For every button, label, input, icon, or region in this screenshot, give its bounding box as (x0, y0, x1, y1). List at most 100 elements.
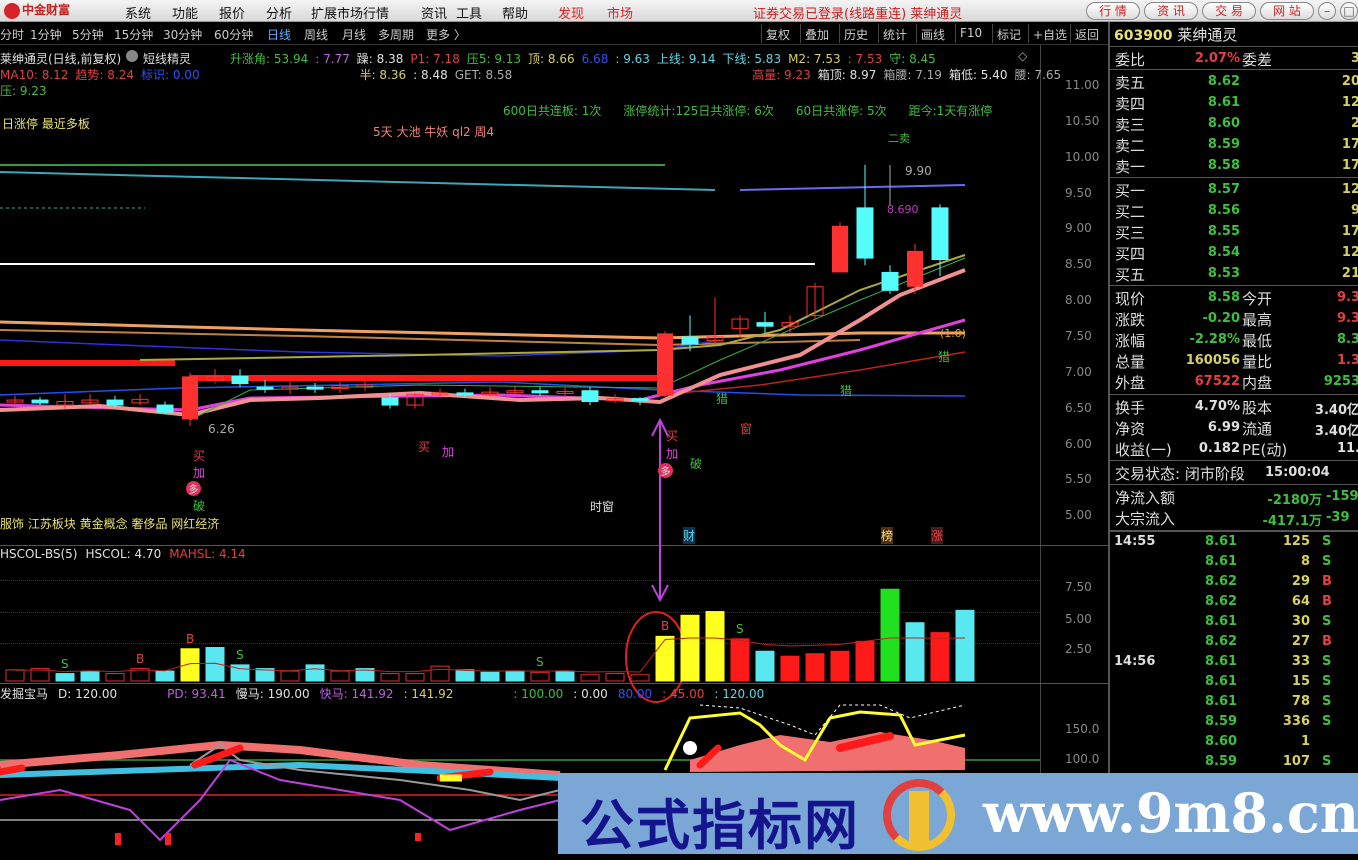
candle (881, 271, 899, 291)
flow-label: 大宗流入 (1115, 510, 1176, 528)
indicator-value: MA10: 8.12 (0, 68, 69, 82)
limit-stat: 600日共连板: 1次 (503, 104, 602, 118)
quote-value: 8.56 (1207, 203, 1240, 218)
tick-side: S (1322, 754, 1332, 769)
indicator-value: : 45.00 (662, 687, 705, 701)
candle (581, 390, 599, 402)
divider (1110, 394, 1358, 395)
quote-value: 17 (1341, 137, 1358, 152)
quote-value: 8.58 (1207, 290, 1240, 305)
indicator-value: : 9.63 (615, 52, 650, 66)
candle (681, 336, 699, 345)
quote-panel: 603900 莱绅通灵 委比 2.07% 委差 3 卖五 8.62 20 卖四 8.61 12 卖三… (1108, 22, 1358, 782)
tick-price: 8.59 (1205, 754, 1238, 769)
quote-label: 净资 (1115, 420, 1146, 438)
divider (1110, 530, 1358, 532)
trap-signal: 猎 (716, 392, 729, 406)
restore-button[interactable]: □ (1340, 2, 1358, 20)
quote-value: 8.62 (1207, 74, 1240, 89)
tick-volume: 30 (1291, 614, 1310, 629)
rise-badge: 涨 (931, 527, 944, 544)
tick-volume: 125 (1282, 534, 1310, 549)
indicator-value: 上线: 9.14 (656, 52, 716, 66)
indicator-value: : 8.48 (413, 68, 448, 82)
indicator-dropdown-icon[interactable] (126, 50, 138, 62)
buy-segment (0, 764, 26, 776)
buy-signal: 买 (193, 449, 206, 463)
flow-value2: -39 (1326, 510, 1350, 525)
tick-volume: 15 (1291, 674, 1310, 689)
indicator-value: 80.00 (617, 687, 653, 701)
mid-price-label: 8.690 (887, 203, 919, 216)
volume-bar (580, 674, 600, 682)
quote-value: 2 (1350, 116, 1358, 131)
candle (631, 398, 649, 402)
candle (456, 392, 474, 396)
quote-value: 8.61 (1207, 95, 1240, 110)
volume-bar (555, 670, 575, 682)
tick-volume: 1 (1300, 734, 1310, 749)
quote-value: 8.57 (1207, 182, 1240, 197)
diamond-icon[interactable]: ◇ (1018, 49, 1027, 63)
quote-value: 3 (1350, 51, 1358, 66)
candle (907, 250, 923, 287)
volume-bar (755, 650, 775, 682)
tick-price: 8.62 (1205, 594, 1238, 609)
slow-horse-line (699, 704, 966, 736)
quote-label: 卖五 (1115, 74, 1146, 92)
volume-bar (280, 670, 300, 682)
quote-value: 17 (1341, 224, 1358, 239)
tick-side: B (1322, 634, 1332, 649)
indicator-area (690, 732, 965, 772)
tags-text: 5天 大池 牛妖 ql2 周4 (373, 125, 495, 139)
quote-label: 涨跌 (1115, 311, 1146, 329)
more-signal: 多 (658, 463, 673, 478)
indicator-value: 箱腰: 7.19 (883, 68, 942, 82)
quote-label: 换手 (1115, 399, 1146, 417)
ma-orange (0, 320, 965, 340)
quote-label: 内盘 (1242, 374, 1273, 392)
candle (306, 386, 324, 390)
minimize-button[interactable]: – (1318, 2, 1336, 20)
candle (531, 390, 549, 394)
time-window-label: 时窗 (590, 500, 615, 514)
quote-value: 9253 (1323, 374, 1358, 389)
indicator-value: P1: 7.18 (410, 52, 460, 66)
quote-label: 卖三 (1115, 116, 1146, 134)
header-button-2[interactable]: 交 易 (1202, 2, 1256, 20)
quote-value: 12 (1341, 245, 1358, 260)
tick-volume: 107 (1282, 754, 1310, 769)
quote-label: 总量 (1115, 353, 1146, 371)
quote-value: 21 (1341, 266, 1358, 281)
high-price-label: 9.90 (905, 164, 932, 178)
header-button-1[interactable]: 资 讯 (1144, 2, 1198, 20)
tick-price: 8.60 (1205, 734, 1238, 749)
divider (1110, 177, 1358, 178)
tick-price: 8.62 (1205, 574, 1238, 589)
quote-value: 8.55 (1207, 224, 1240, 239)
quote-label: 量比 (1242, 353, 1273, 371)
flow-label: 净流入额 (1115, 489, 1176, 507)
trap-signal: 猎 (938, 350, 951, 364)
break-signal: 破 (690, 457, 703, 471)
indicator-name[interactable]: 短线精灵 (143, 50, 191, 67)
indicator-value: MAHSL: 4.14 (169, 547, 246, 561)
indicator-value: 下线: 5.83 (722, 52, 782, 66)
volume-bar (630, 674, 650, 682)
limit-text: 日涨停 最近多板 (2, 117, 90, 131)
quote-label: 买四 (1115, 245, 1146, 263)
tick-volume: 336 (1282, 714, 1310, 729)
indicator-value: : 120.00 (714, 687, 765, 701)
kline-chart[interactable] (0, 0, 1108, 854)
volume-bar (505, 670, 525, 682)
tick-side: B (1322, 574, 1332, 589)
indicator-value: 躁: 8.38 (356, 52, 404, 66)
indicator-value: GET: 8.58 (454, 68, 513, 82)
quote-value: 1.3 (1336, 353, 1358, 368)
watermark-text: 公式指标网 (580, 794, 860, 857)
volume-bar (780, 655, 800, 682)
quote-label: 卖二 (1115, 137, 1146, 155)
quote-label: 卖四 (1115, 95, 1146, 113)
header-button-3[interactable]: 网 站 (1260, 2, 1314, 20)
indicator-value: 趋势: 8.24 (75, 68, 134, 82)
